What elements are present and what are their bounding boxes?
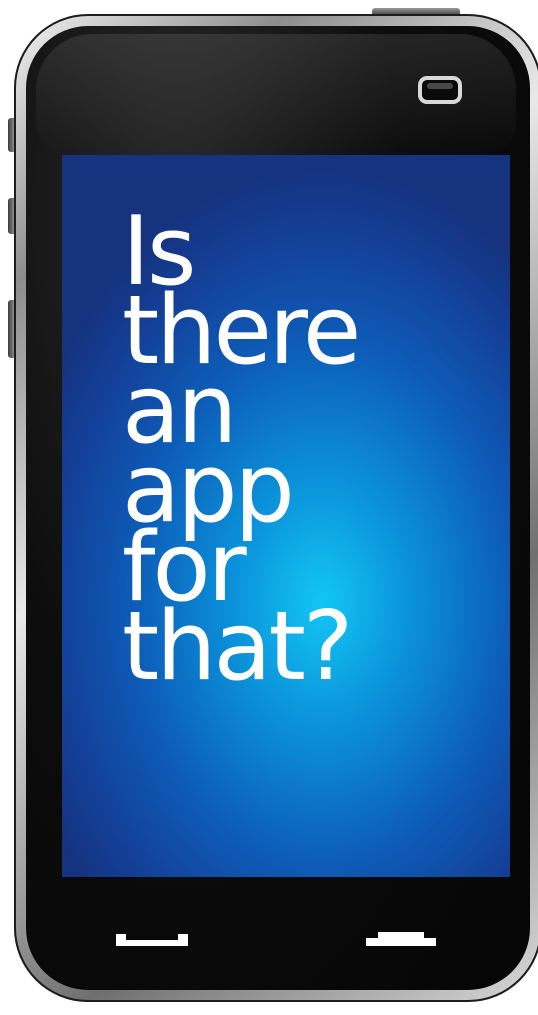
phone-screen: Is there an app for that?	[62, 155, 510, 877]
call-icon[interactable]	[116, 932, 188, 946]
camera-icon	[418, 76, 462, 104]
phone-illustration: Is there an app for that?	[0, 0, 538, 1015]
headline-line: that?	[122, 592, 353, 702]
end-call-icon[interactable]	[366, 932, 436, 946]
headline: Is there an app for that?	[122, 205, 361, 702]
